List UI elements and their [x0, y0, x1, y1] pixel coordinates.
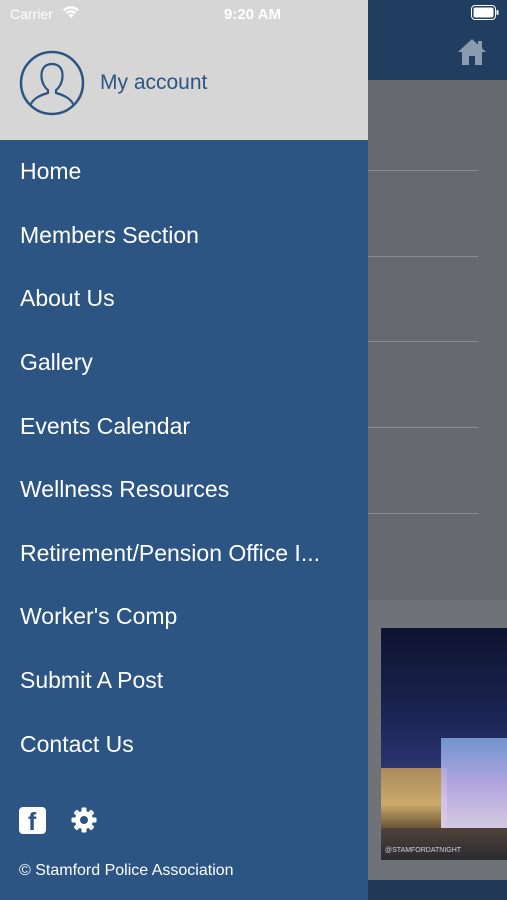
- menu-item-members-section[interactable]: Members Section: [0, 204, 368, 268]
- gear-icon[interactable]: [70, 806, 98, 834]
- wifi-icon: [63, 6, 79, 18]
- user-avatar-icon[interactable]: [19, 50, 85, 116]
- menu-item-wellness-resources[interactable]: Wellness Resources: [0, 458, 368, 522]
- list-divider: [368, 256, 478, 257]
- photo-building: [441, 738, 507, 828]
- social-links: f: [19, 806, 98, 835]
- copyright-footer: © Stamford Police Association: [19, 862, 234, 879]
- menu-item-label: About Us: [20, 285, 115, 312]
- menu-item-label: Gallery: [20, 349, 93, 376]
- menu-item-retirement-pension[interactable]: Retirement/Pension Office I...: [0, 522, 368, 586]
- menu-item-label: Events Calendar: [20, 412, 191, 439]
- photo-building: [381, 768, 447, 828]
- menu-item-label: Home: [20, 158, 82, 185]
- list-divider: [368, 513, 478, 514]
- menu-item-label: Members Section: [20, 221, 199, 248]
- menu-item-gallery[interactable]: Gallery: [0, 331, 368, 395]
- menu-item-label: Submit A Post: [20, 667, 164, 694]
- menu-item-label: Wellness Resources: [20, 476, 230, 503]
- status-time: 9:20 AM: [224, 6, 281, 23]
- night-photo: @STAMFORDATNIGHT: [381, 628, 507, 860]
- menu-item-submit-a-post[interactable]: Submit A Post: [0, 649, 368, 713]
- menu-item-home[interactable]: Home: [0, 140, 368, 204]
- menu-item-label: Contact Us: [20, 730, 134, 757]
- side-drawer: My account Home Members Section About Us…: [0, 0, 368, 900]
- menu-item-contact-us[interactable]: Contact Us: [0, 712, 368, 776]
- home-icon[interactable]: [456, 36, 488, 68]
- list-divider: [368, 427, 478, 428]
- menu-item-events-calendar[interactable]: Events Calendar: [0, 394, 368, 458]
- status-bar: Carrier 9:20 AM: [0, 0, 507, 28]
- menu-item-label: Worker's Comp: [20, 603, 178, 630]
- photo-watermark: @STAMFORDATNIGHT: [385, 847, 462, 854]
- list-divider: [368, 170, 478, 171]
- my-account-link[interactable]: My account: [100, 71, 207, 95]
- drawer-menu: Home Members Section About Us Gallery Ev…: [0, 140, 368, 776]
- menu-item-label: Retirement/Pension Office I...: [20, 539, 320, 566]
- menu-item-workers-comp[interactable]: Worker's Comp: [0, 585, 368, 649]
- battery-icon: [471, 5, 499, 20]
- carrier-label: Carrier: [10, 6, 53, 22]
- menu-item-about-us[interactable]: About Us: [0, 267, 368, 331]
- facebook-icon[interactable]: f: [19, 806, 46, 835]
- list-divider: [368, 341, 478, 342]
